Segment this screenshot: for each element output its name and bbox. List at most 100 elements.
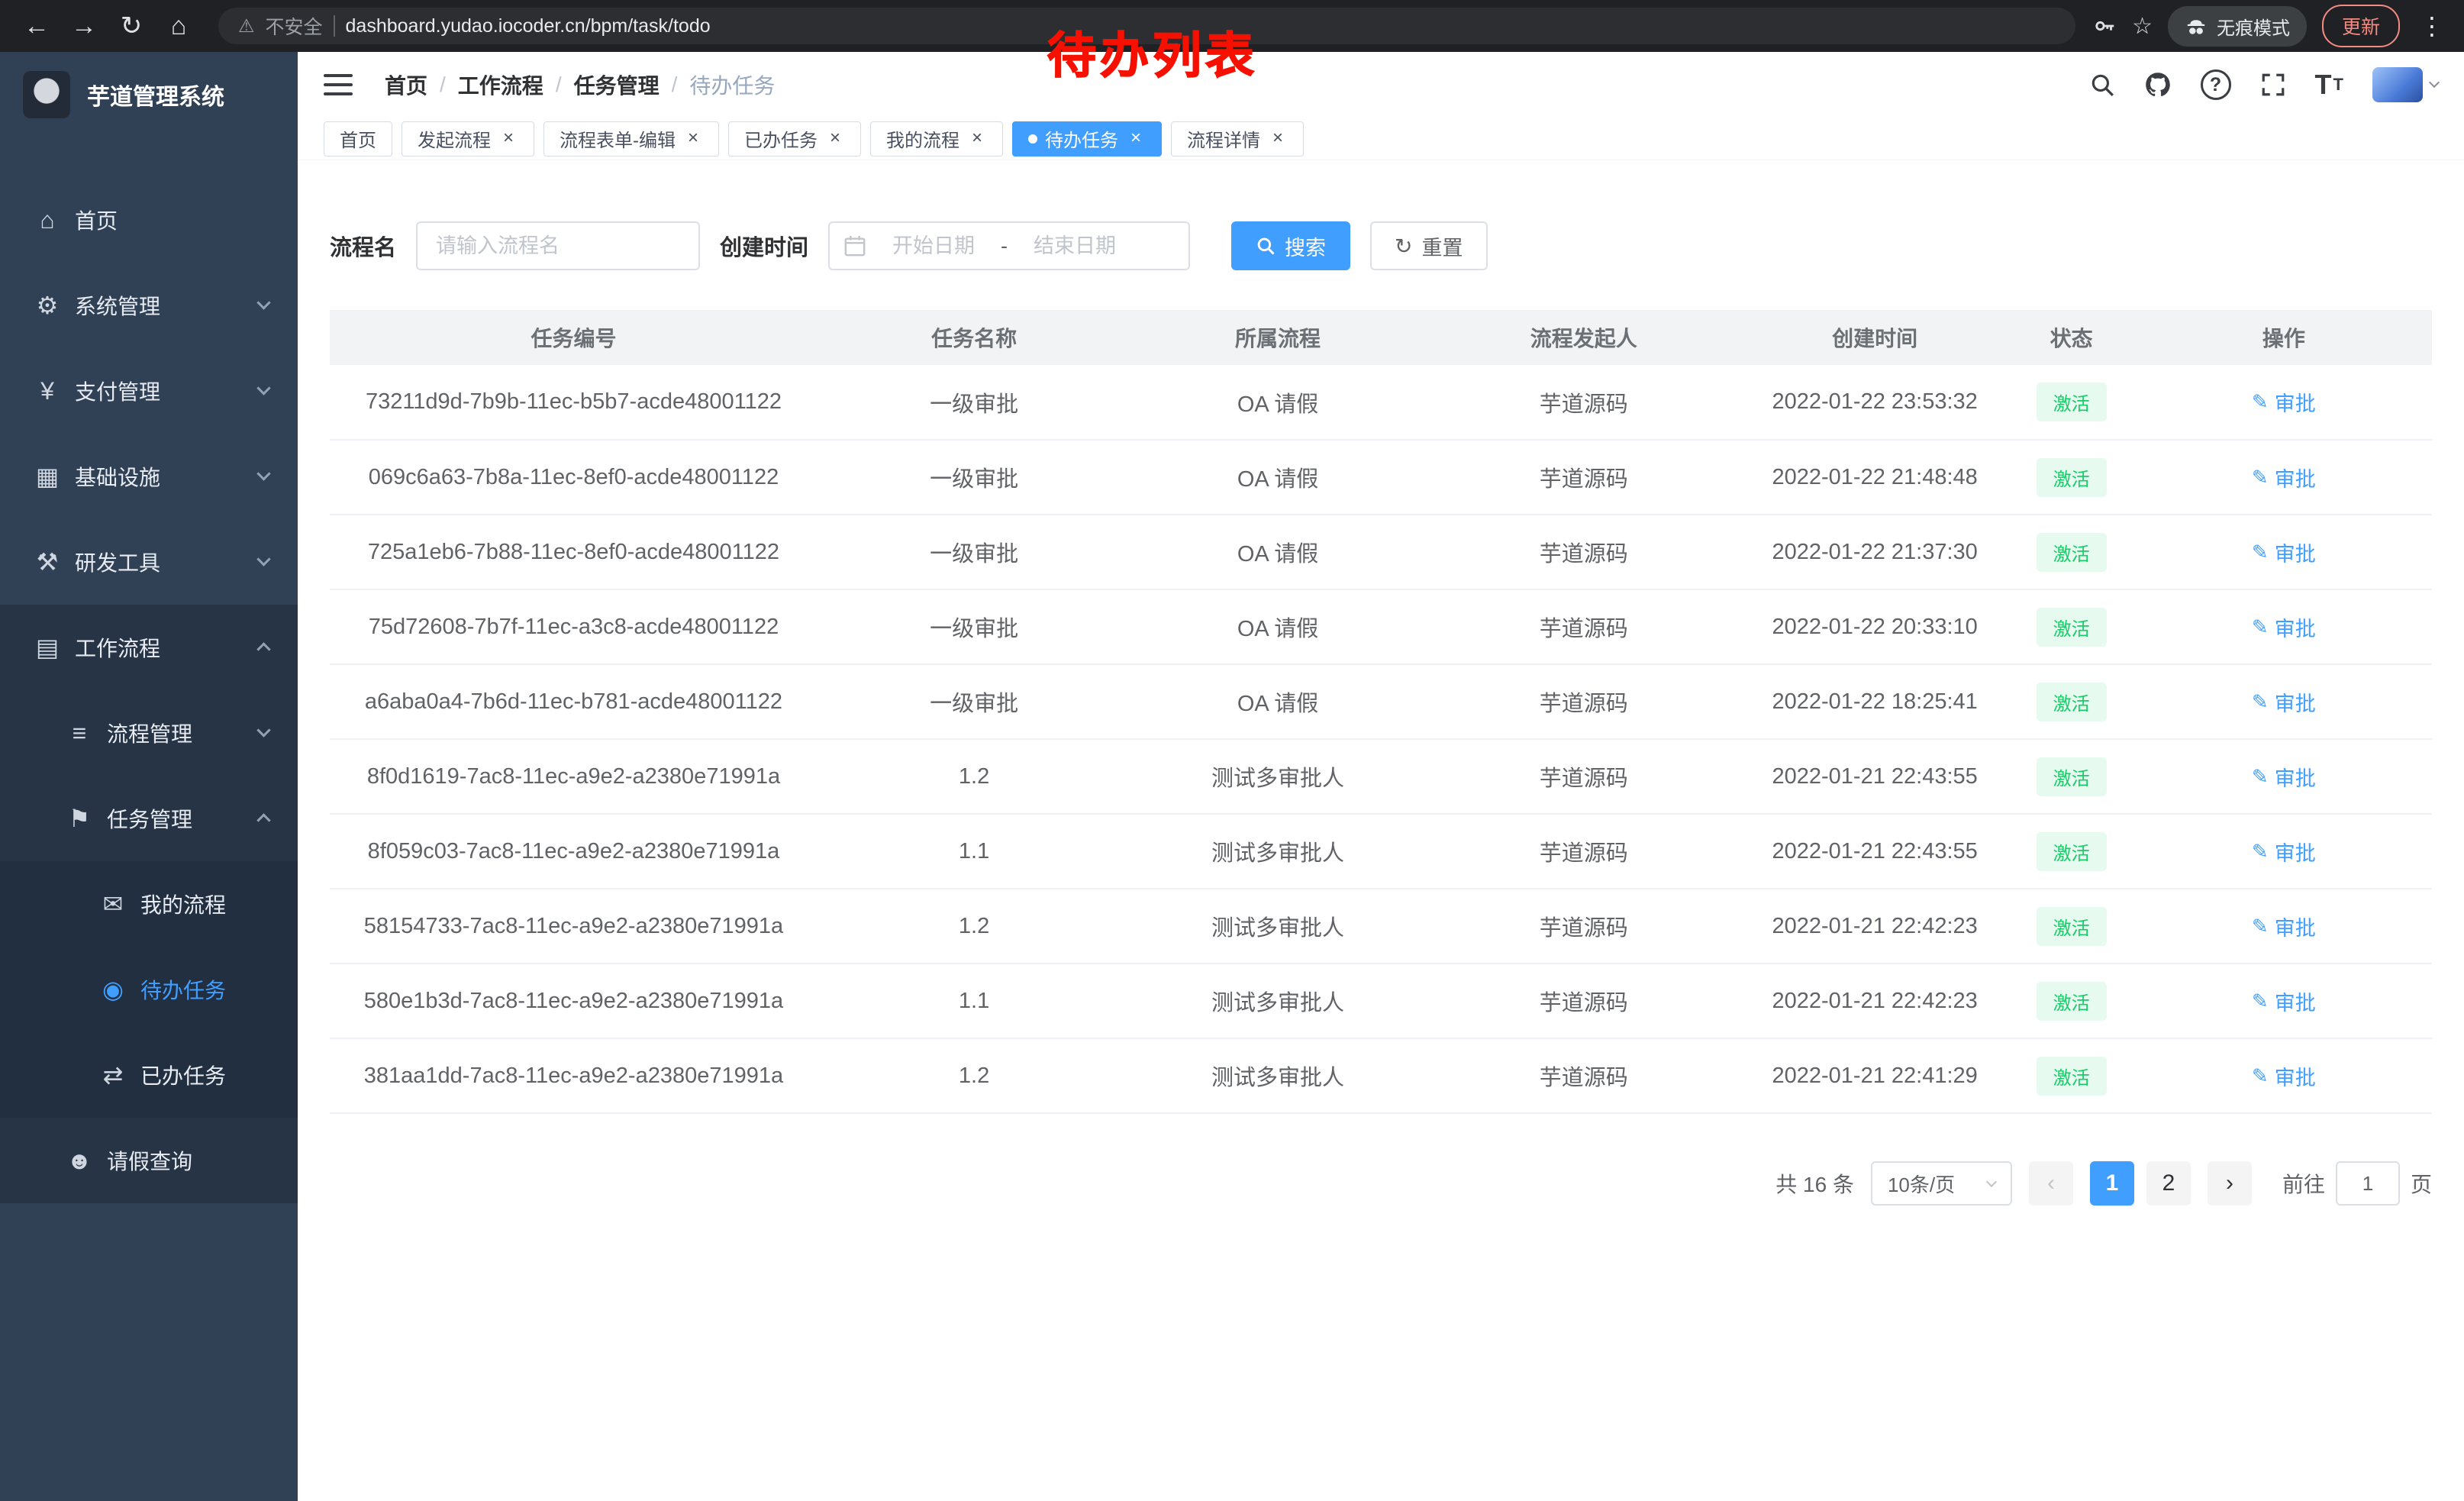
incognito-badge[interactable]: 无痕模式: [2168, 6, 2307, 47]
tab-start-process[interactable]: 发起流程×: [402, 121, 534, 157]
reset-button[interactable]: ↻ 重置: [1370, 221, 1487, 270]
sidebar-item-done-task[interactable]: ⇄已办任务: [0, 1032, 298, 1118]
tab-home[interactable]: 首页: [324, 121, 392, 157]
sidebar-item-payment-mgmt[interactable]: ¥支付管理: [0, 348, 298, 434]
dashboard-icon: ⌂: [31, 206, 64, 234]
page-button-1[interactable]: 1: [2090, 1161, 2134, 1206]
sidebar-item-label: 请假查询: [107, 1145, 192, 1176]
time-cell: 2022-01-21 22:41:29: [1743, 1038, 2008, 1113]
close-icon[interactable]: ×: [498, 129, 518, 149]
security-label[interactable]: 不安全: [266, 12, 323, 40]
url-text[interactable]: dashboard.yudao.iocoder.cn/bpm/task/todo: [346, 15, 711, 37]
font-size-icon[interactable]: TT: [2315, 69, 2343, 101]
audit-link[interactable]: ✎审批: [2252, 912, 2316, 941]
key-icon[interactable]: [2094, 15, 2117, 37]
status-badge: 激活: [2037, 458, 2107, 497]
id-cell: 75d72608-7b7f-11ec-a3c8-acde48001122: [330, 589, 818, 664]
close-icon[interactable]: ×: [1126, 129, 1146, 149]
collapse-sidebar-icon[interactable]: [324, 74, 353, 95]
table-row: 8f059c03-7ac8-11ec-a9e2-a2380e71991a1.1测…: [330, 814, 2432, 889]
audit-link[interactable]: ✎审批: [2252, 463, 2316, 492]
tab-process-detail[interactable]: 流程详情×: [1171, 121, 1304, 157]
fullscreen-icon[interactable]: [2260, 72, 2286, 98]
close-icon[interactable]: ×: [1268, 129, 1288, 149]
process-cell: OA 请假: [1130, 515, 1425, 589]
close-icon[interactable]: ×: [967, 129, 987, 149]
tab-done-task[interactable]: 已办任务×: [728, 121, 861, 157]
help-icon[interactable]: ?: [2201, 69, 2231, 100]
process-name-input[interactable]: [416, 221, 700, 270]
breadcrumb-item[interactable]: 任务管理: [574, 69, 660, 100]
time-cell: 2022-01-22 20:33:10: [1743, 589, 2008, 664]
edit-icon: ✎: [2252, 390, 2269, 414]
start-date-input[interactable]: [872, 234, 995, 258]
audit-link[interactable]: ✎审批: [2252, 986, 2316, 1016]
search-button[interactable]: 搜索: [1231, 221, 1350, 270]
audit-link[interactable]: ✎审批: [2252, 837, 2316, 867]
breadcrumb-separator: /: [556, 73, 562, 97]
user-menu[interactable]: [2372, 67, 2438, 102]
column-header: 创建时间: [1743, 310, 2008, 365]
star-icon[interactable]: ☆: [2132, 13, 2153, 40]
calendar-icon: [843, 234, 866, 257]
sidebar-item-home[interactable]: ⌂首页: [0, 177, 298, 263]
tab-my-process[interactable]: 我的流程×: [870, 121, 1003, 157]
update-button[interactable]: 更新: [2322, 5, 2400, 47]
sidebar-item-todo-task[interactable]: ◉待办任务: [0, 947, 298, 1032]
audit-link[interactable]: ✎审批: [2252, 537, 2316, 567]
sidebar-item-leave-query[interactable]: ☻请假查询: [0, 1118, 298, 1203]
audit-link-label: 审批: [2275, 837, 2316, 867]
status-badge: 激活: [2037, 533, 2107, 572]
sidebar-item-workflow[interactable]: ▤工作流程: [0, 605, 298, 690]
app-logo[interactable]: 芋道管理系统: [0, 52, 298, 137]
chevron-down-icon: [256, 381, 270, 395]
next-page-button[interactable]: ›: [2208, 1161, 2252, 1206]
audit-link[interactable]: ✎审批: [2252, 1061, 2316, 1091]
tab-form-edit[interactable]: 流程表单-编辑×: [543, 121, 719, 157]
goto-page-input[interactable]: [2336, 1161, 2400, 1206]
sidebar-item-label: 基础设施: [75, 461, 160, 492]
breadcrumb-item[interactable]: 首页: [385, 69, 427, 100]
audit-link[interactable]: ✎审批: [2252, 612, 2316, 642]
table-row: 73211d9d-7b9b-11ec-b5b7-acde48001122一级审批…: [330, 365, 2432, 440]
kebab-menu-icon[interactable]: ⋮: [2415, 11, 2449, 40]
status-cell: 激活: [2008, 964, 2136, 1038]
action-cell: ✎审批: [2136, 515, 2432, 589]
sidebar-item-task-mgmt[interactable]: ⚑任务管理: [0, 776, 298, 861]
breadcrumb-item[interactable]: 工作流程: [458, 69, 543, 100]
forward-icon[interactable]: →: [63, 5, 105, 47]
page-size-select[interactable]: 10条/页: [1871, 1161, 2012, 1206]
end-date-input[interactable]: [1014, 234, 1136, 258]
status-cell: 激活: [2008, 440, 2136, 515]
edit-icon: ✎: [2252, 765, 2269, 789]
back-icon[interactable]: ←: [15, 5, 58, 47]
sidebar-item-dev-tools[interactable]: ⚒研发工具: [0, 519, 298, 605]
id-cell: 8f0d1619-7ac8-11ec-a9e2-a2380e71991a: [330, 739, 818, 814]
sidebar-item-process-mgmt[interactable]: ≡流程管理: [0, 690, 298, 776]
sidebar-item-my-process[interactable]: ✉我的流程: [0, 861, 298, 947]
table-row: 069c6a63-7b8a-11ec-8ef0-acde48001122一级审批…: [330, 440, 2432, 515]
audit-link-label: 审批: [2275, 687, 2316, 717]
search-icon[interactable]: [2089, 72, 2115, 98]
share-icon: ⇄: [96, 1060, 130, 1089]
audit-link[interactable]: ✎审批: [2252, 762, 2316, 792]
github-icon[interactable]: [2144, 71, 2172, 98]
status-cell: 激活: [2008, 739, 2136, 814]
table-body: 73211d9d-7b9b-11ec-b5b7-acde48001122一级审批…: [330, 365, 2432, 1113]
date-range-picker[interactable]: -: [828, 221, 1190, 270]
audit-link-label: 审批: [2275, 986, 2316, 1016]
edit-icon: ✎: [2252, 915, 2269, 938]
prev-page-button[interactable]: ‹: [2029, 1161, 2073, 1206]
audit-link[interactable]: ✎审批: [2252, 387, 2316, 417]
close-icon[interactable]: ×: [683, 129, 703, 149]
audit-link[interactable]: ✎审批: [2252, 687, 2316, 717]
sidebar-item-infrastructure[interactable]: ▦基础设施: [0, 434, 298, 519]
tab-todo-task[interactable]: 待办任务×: [1012, 121, 1162, 157]
table-row: 580e1b3d-7ac8-11ec-a9e2-a2380e71991a1.1测…: [330, 964, 2432, 1038]
sidebar-item-system-mgmt[interactable]: ⚙系统管理: [0, 263, 298, 348]
reload-icon[interactable]: ↻: [110, 5, 153, 47]
close-icon[interactable]: ×: [825, 129, 845, 149]
browser-home-icon[interactable]: ⌂: [157, 5, 200, 47]
sidebar-item-label: 工作流程: [75, 632, 160, 663]
page-button-2[interactable]: 2: [2146, 1161, 2191, 1206]
